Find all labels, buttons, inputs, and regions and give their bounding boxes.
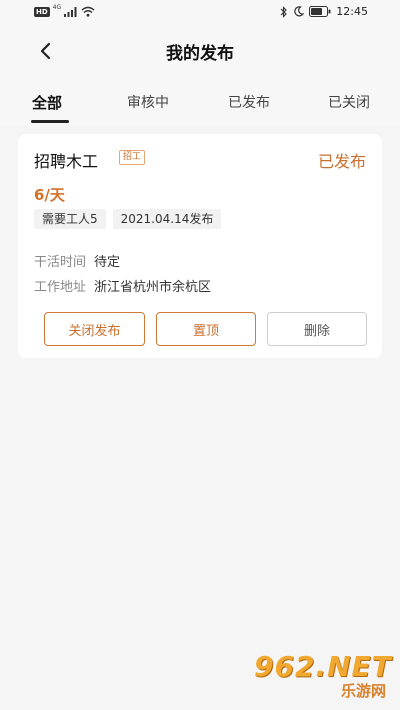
tab-reviewing[interactable]: 审核中 bbox=[127, 92, 169, 112]
page-title: 我的发布 bbox=[166, 44, 234, 64]
address-value: 浙江省杭州市余杭区 bbox=[94, 280, 212, 295]
job-card[interactable]: 招聘木工 招工 已发布 6/天 需要工人5 2021.04.14发布 干活时间 … bbox=[18, 134, 382, 358]
signal-icon bbox=[64, 6, 77, 17]
status-left-group: HD 4G bbox=[34, 4, 95, 17]
address-label: 工作地址 bbox=[34, 280, 87, 295]
workers-needed-tag: 需要工人5 bbox=[34, 209, 106, 229]
status-right-group: 12:45 bbox=[280, 5, 368, 18]
publish-date-tag: 2021.04.14发布 bbox=[112, 209, 222, 229]
tab-bar: 全部 审核中 已发布 已关闭 bbox=[0, 76, 400, 126]
work-time-label: 干活时间 bbox=[34, 255, 87, 270]
battery-icon bbox=[309, 6, 331, 17]
work-time-row: 干活时间 待定 bbox=[34, 251, 120, 270]
salary: 6/天 bbox=[34, 186, 65, 204]
tab-published[interactable]: 已发布 bbox=[228, 92, 270, 112]
watermark-logo: 962.NET 乐游网 bbox=[240, 650, 392, 700]
job-status: 已发布 bbox=[317, 152, 366, 171]
status-bar: HD 4G 12:45 bbox=[0, 0, 400, 26]
watermark-main-text: 962.NET bbox=[254, 650, 392, 683]
wifi-icon bbox=[81, 6, 95, 17]
tab-closed[interactable]: 已关闭 bbox=[328, 92, 370, 112]
bluetooth-icon bbox=[280, 5, 288, 18]
work-time-value: 待定 bbox=[94, 255, 121, 270]
tab-all[interactable]: 全部 bbox=[32, 92, 62, 113]
hd-badge: HD bbox=[34, 6, 50, 17]
network-type-label: 4G bbox=[52, 4, 62, 11]
address-row: 工作地址 浙江省杭州市余杭区 bbox=[34, 276, 211, 295]
page-header: 我的发布 bbox=[0, 26, 400, 76]
watermark-sub-text: 乐游网 bbox=[340, 682, 386, 700]
job-title: 招聘木工 bbox=[34, 152, 99, 171]
info-tags: 需要工人5 2021.04.14发布 bbox=[34, 209, 222, 229]
close-publish-button[interactable]: 关闭发布 bbox=[44, 312, 145, 346]
pin-top-button[interactable]: 置顶 bbox=[156, 312, 256, 346]
active-tab-indicator bbox=[31, 120, 69, 123]
moon-icon bbox=[294, 6, 305, 17]
status-time: 12:45 bbox=[336, 5, 368, 18]
delete-button[interactable]: 删除 bbox=[267, 312, 367, 346]
job-type-tag: 招工 bbox=[119, 150, 146, 165]
